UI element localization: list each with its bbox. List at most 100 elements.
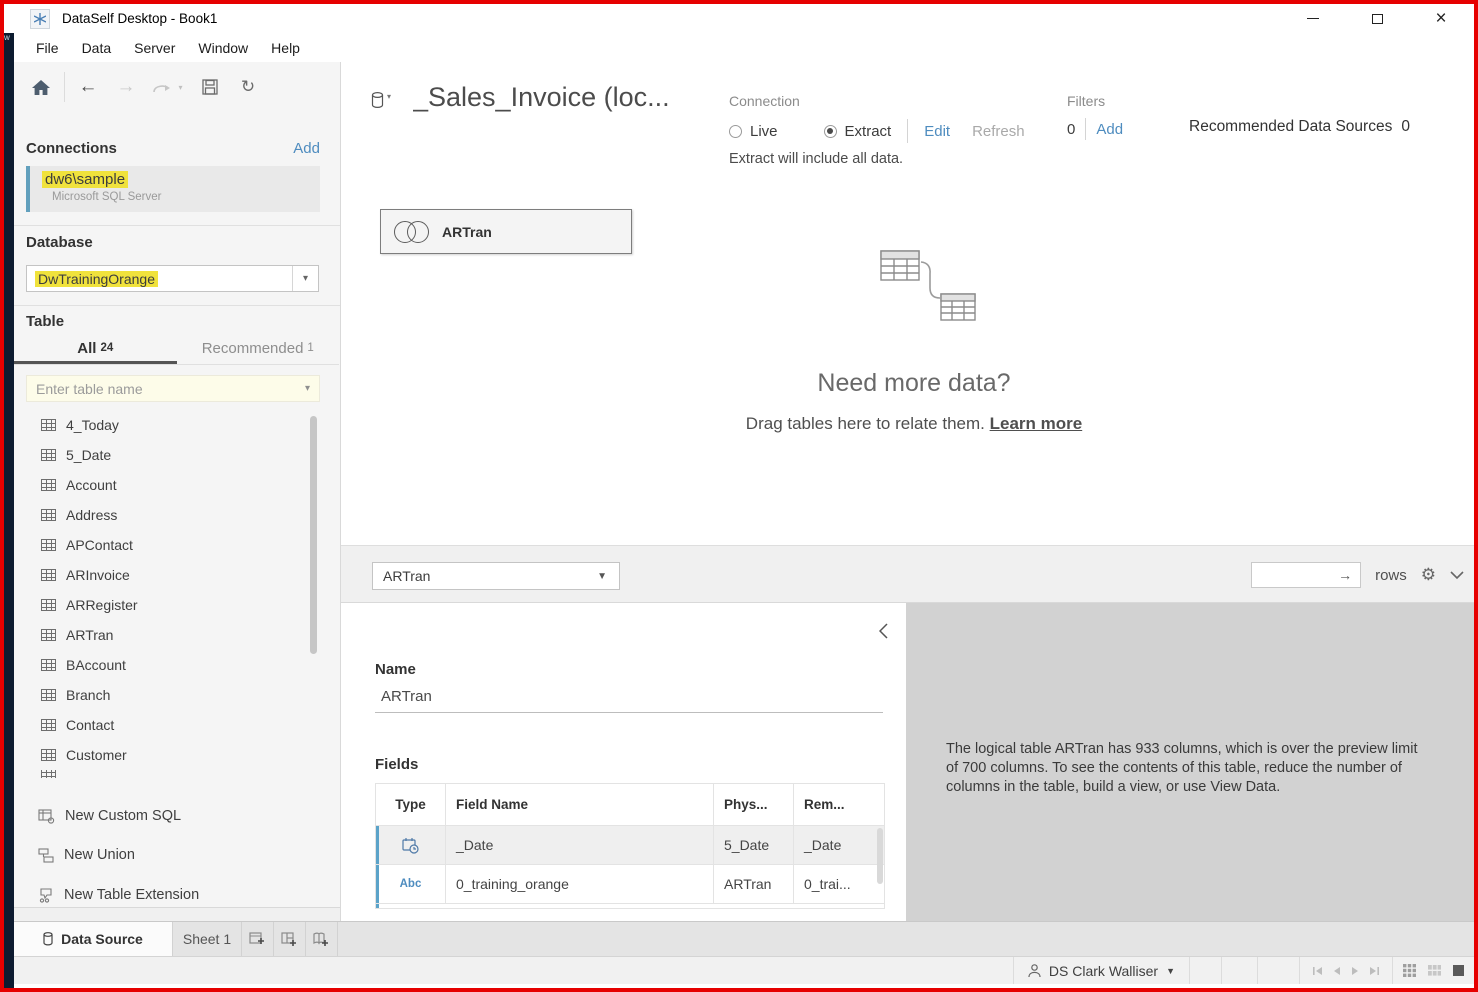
table-item[interactable]: Branch [14, 680, 322, 710]
refresh-icon[interactable]: ↻ [229, 77, 267, 97]
table-item[interactable]: Customer [14, 740, 322, 770]
table-item[interactable]: ARInvoice [14, 560, 322, 590]
datasource-title[interactable]: _Sales_Invoice (loc... [413, 82, 723, 113]
logical-table-card[interactable]: ARTran [380, 209, 632, 254]
table-item[interactable]: Address [14, 500, 322, 530]
table-item[interactable]: Account [14, 470, 322, 500]
window-title: DataSelf Desktop - Book1 [62, 11, 217, 26]
previous-sheet-icon[interactable] [1333, 966, 1341, 976]
show-filmstrip-icon[interactable] [1428, 965, 1441, 976]
maximize-button[interactable] [1364, 8, 1390, 30]
divider [14, 305, 340, 306]
title-bar[interactable]: DataSelf Desktop - Book1 × [4, 4, 1474, 33]
menu-data[interactable]: Data [82, 40, 112, 56]
filters-section: Filters 0 Add [1067, 93, 1123, 140]
refresh-link[interactable]: Refresh [972, 123, 1025, 140]
caret-down-icon: ▾ [387, 92, 391, 101]
field-row[interactable]: _Date 5_Date _Date [376, 826, 884, 865]
tab-data-source[interactable]: Data Source [14, 922, 172, 956]
radio-live-label[interactable]: Live [750, 123, 778, 140]
menu-server[interactable]: Server [134, 40, 175, 56]
back-icon[interactable]: ← [69, 76, 107, 98]
menu-window[interactable]: Window [198, 40, 248, 56]
first-sheet-icon[interactable] [1312, 966, 1323, 976]
col-physical[interactable]: Phys... [714, 784, 794, 825]
datetime-icon [402, 837, 419, 854]
col-remote[interactable]: Rem... [794, 784, 870, 825]
table-item[interactable]: BAccount [14, 650, 322, 680]
learn-more-link[interactable]: Learn more [990, 414, 1083, 433]
tables-illustration [851, 248, 977, 340]
table-item[interactable]: ARRegister [14, 590, 322, 620]
sheet-navigation [1299, 957, 1392, 984]
custom-sql-icon [38, 809, 55, 824]
new-custom-sql[interactable]: New Custom SQL [14, 801, 181, 831]
table-icon [41, 749, 56, 761]
menu-file[interactable]: File [36, 40, 59, 56]
table-item[interactable]: 4_Today [14, 410, 322, 440]
new-table-extension[interactable]: New Table Extension [14, 880, 199, 910]
menu-help[interactable]: Help [271, 40, 300, 56]
connection-item[interactable]: dw6\sample Microsoft SQL Server [26, 166, 320, 212]
preview-message-panel: The logical table ARTran has 933 columns… [906, 603, 1474, 925]
close-button[interactable]: × [1428, 8, 1454, 30]
gear-icon[interactable]: ⚙ [1421, 565, 1436, 585]
new-union[interactable]: New Union [14, 840, 135, 870]
edge-text-fragment: w [4, 33, 10, 42]
chevron-down-icon[interactable]: ▾ [292, 266, 318, 291]
datasource-icon[interactable]: ▾ [371, 92, 391, 109]
table-item[interactable]: APContact [14, 530, 322, 560]
tab-recommended[interactable]: Recommended1 [177, 338, 340, 364]
edit-link[interactable]: Edit [924, 123, 950, 140]
user-menu[interactable]: DS Clark Walliser ▼ [1013, 957, 1189, 984]
field-row[interactable]: Abc 0_training_orange ARTran 0_trai... [376, 865, 884, 904]
database-select[interactable]: DwTrainingOrange ▾ [26, 265, 319, 292]
table-item[interactable]: Contact [14, 710, 322, 740]
preview-table-select[interactable]: ARTran ▼ [372, 562, 620, 590]
collapse-preview-icon[interactable] [1450, 571, 1464, 580]
rows-limit-input[interactable]: → [1251, 562, 1361, 588]
sheet-tab-bar: Data Source Sheet 1 [14, 921, 1474, 956]
col-type: Type [376, 784, 446, 825]
search-caret-icon[interactable]: ▾ [305, 383, 319, 394]
add-connection-link[interactable]: Add [293, 140, 320, 157]
show-sheet-icon[interactable] [1453, 965, 1464, 976]
row-accent [376, 865, 379, 903]
last-sheet-icon[interactable] [1369, 966, 1380, 976]
minimize-button[interactable] [1300, 8, 1326, 30]
collapse-panel-icon[interactable] [879, 623, 888, 639]
radio-extract[interactable] [824, 125, 837, 138]
table-item-clipped[interactable] [14, 770, 322, 778]
tab-sheet1[interactable]: Sheet 1 [172, 922, 242, 956]
arrow-right-icon[interactable]: → [1338, 567, 1352, 583]
recommended-count: 0 [1401, 118, 1410, 136]
redo-icon[interactable]: ▾ [145, 81, 191, 94]
table-item[interactable]: ARTran [14, 620, 322, 650]
preview-toolbar: ARTran ▼ → rows ⚙ [341, 545, 1474, 603]
table-list-scrollbar[interactable] [310, 416, 317, 654]
show-tabs-icon[interactable] [1403, 964, 1416, 977]
table-list: 4_Today 5_Date Account Address APContact… [14, 410, 322, 778]
home-icon[interactable] [22, 80, 60, 95]
column-limit-message: The logical table ARTran has 933 columns… [946, 740, 1428, 797]
name-value[interactable]: ARTran [381, 688, 432, 705]
new-worksheet-button[interactable] [242, 922, 274, 956]
tab-all[interactable]: All24 [14, 338, 177, 364]
save-icon[interactable] [191, 79, 229, 95]
fields-scrollbar[interactable] [877, 828, 883, 884]
table-icon [41, 689, 56, 701]
toolbar-divider [64, 72, 65, 102]
radio-extract-label[interactable]: Extract [845, 123, 892, 140]
new-story-button[interactable] [306, 922, 338, 956]
forward-icon[interactable]: → [107, 76, 145, 98]
table-icon [41, 479, 56, 491]
connections-header: Connections [26, 140, 117, 158]
table-search-input[interactable] [27, 381, 305, 397]
table-item[interactable]: 5_Date [14, 440, 322, 470]
table-search[interactable]: ▾ [26, 375, 320, 402]
filters-add-link[interactable]: Add [1096, 121, 1123, 138]
next-sheet-icon[interactable] [1351, 966, 1359, 976]
recommended-data-sources[interactable]: Recommended Data Sources0 [1189, 118, 1410, 136]
new-dashboard-button[interactable] [274, 922, 306, 956]
radio-live[interactable] [729, 125, 742, 138]
